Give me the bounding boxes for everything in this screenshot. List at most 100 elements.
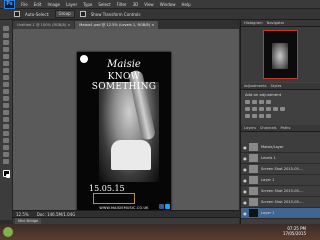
invert-icon[interactable]: [245, 114, 250, 118]
layer-row[interactable]: ● Screen Shot 2015-05-...: [241, 164, 320, 175]
blur-tool-icon[interactable]: [3, 110, 9, 115]
start-button-icon[interactable]: [3, 227, 13, 237]
move-tool-icon[interactable]: [3, 26, 9, 31]
zoom-tool-icon[interactable]: [3, 159, 9, 164]
document-tabs: Untitled-1 @ 100% (RGB/8) × Maisie1.psd …: [13, 20, 239, 29]
poster-artist-name: Maisie: [107, 59, 141, 70]
poster-date: 15.05.15: [89, 184, 125, 193]
poster-document[interactable]: Maisie KNOW SOMETHING 15.05.15 WWW.MAISI…: [77, 52, 171, 215]
history-brush-tool-icon[interactable]: [3, 89, 9, 94]
eye-icon[interactable]: ●: [241, 178, 249, 183]
auto-select-checkbox[interactable]: [14, 11, 20, 17]
black-white-icon[interactable]: [266, 107, 271, 111]
navigator-panel: [241, 27, 320, 82]
brightness-icon[interactable]: [245, 100, 250, 104]
menu-select[interactable]: Select: [98, 2, 110, 7]
menu-bar: Ps File Edit Image Layer Type Select Fil…: [0, 0, 320, 9]
tab-paths[interactable]: Paths: [281, 126, 291, 130]
tab-adjustments[interactable]: Adjustments: [244, 84, 267, 88]
menu-edit[interactable]: Edit: [34, 2, 42, 7]
tab-layers[interactable]: Layers: [244, 126, 256, 130]
path-selection-tool-icon[interactable]: [3, 138, 9, 143]
exposure-icon[interactable]: [266, 100, 271, 104]
hand-tool-icon[interactable]: [3, 152, 9, 157]
gradient-map-icon[interactable]: [266, 114, 271, 118]
clone-stamp-tool-icon[interactable]: [3, 82, 9, 87]
dodge-tool-icon[interactable]: [3, 117, 9, 122]
adjustments-subtitle: Add an adjustment: [245, 92, 282, 97]
lasso-tool-icon[interactable]: [3, 40, 9, 45]
vibrance-icon[interactable]: [245, 107, 250, 111]
poster-signature-logo: [93, 193, 135, 204]
adjustment-icons-row-2: [245, 107, 285, 111]
channel-mixer-icon[interactable]: [280, 107, 285, 111]
eye-icon[interactable]: ●: [241, 200, 249, 205]
eye-icon[interactable]: ●: [241, 211, 249, 216]
navigator-thumbnail[interactable]: [263, 30, 298, 79]
menu-window[interactable]: Window: [160, 2, 176, 7]
layer-name: Maisie/Layer: [261, 145, 284, 149]
posterize-icon[interactable]: [252, 114, 257, 118]
brush-tool-icon[interactable]: [3, 75, 9, 80]
eye-icon[interactable]: ●: [241, 189, 249, 194]
background-color-swatch[interactable]: [6, 174, 10, 178]
menu-view[interactable]: View: [144, 2, 154, 7]
levels-icon[interactable]: [252, 100, 257, 104]
menu-help[interactable]: Help: [181, 2, 190, 7]
layer-row[interactable]: ● Screen Shot 2015-05-...: [241, 186, 320, 197]
curves-icon[interactable]: [259, 100, 264, 104]
menu-image[interactable]: Image: [47, 2, 60, 7]
color-balance-icon[interactable]: [259, 107, 264, 111]
layer-thumbnail: [249, 176, 258, 184]
layer-row-selected[interactable]: ● Layer 1: [241, 208, 320, 219]
tab-maisie[interactable]: Maisie1.psd @ 12.5% (Levels 1, RGB/8) ×: [75, 21, 159, 29]
menu-layer[interactable]: Layer: [66, 2, 77, 7]
layer-name: Levels 1: [261, 156, 276, 160]
right-panels: Histogram Navigator Adjustments Styles A…: [240, 20, 320, 224]
marquee-tool-icon[interactable]: [3, 33, 9, 38]
layer-row[interactable]: ● Layer 1: [241, 175, 320, 186]
layer-name: Screen Shot 2015-05-...: [261, 200, 304, 204]
options-bar: Auto-Select: Group Show Transform Contro…: [0, 9, 320, 20]
adjustments-panel: Add an adjustment: [241, 90, 320, 125]
tab-histogram[interactable]: Histogram: [244, 21, 263, 25]
layer-row[interactable]: ● Levels 1: [241, 153, 320, 164]
tab-untitled[interactable]: Untitled-1 @ 100% (RGB/8) ×: [13, 21, 75, 29]
photo-filter-icon[interactable]: [273, 107, 278, 111]
quick-select-tool-icon[interactable]: [3, 47, 9, 52]
zoom-level[interactable]: 12.5%: [16, 212, 29, 217]
navigator-panel-tabs: Histogram Navigator: [241, 20, 320, 27]
layer-thumbnail: [249, 143, 258, 151]
tools-panel: [0, 20, 13, 220]
tab-channels[interactable]: Channels: [260, 126, 277, 130]
layer-name: Layer 1: [261, 211, 275, 215]
adjustment-icons-row-1: [245, 100, 271, 104]
shape-tool-icon[interactable]: [3, 145, 9, 150]
menu-type[interactable]: Type: [83, 2, 92, 7]
eye-icon[interactable]: ●: [241, 167, 249, 172]
show-transform-checkbox[interactable]: [79, 11, 86, 17]
layer-row[interactable]: ● Screen Shot 2015-05-...: [241, 197, 320, 208]
gradient-tool-icon[interactable]: [3, 103, 9, 108]
pen-tool-icon[interactable]: [3, 124, 9, 129]
eye-icon[interactable]: ●: [241, 156, 249, 161]
eraser-tool-icon[interactable]: [3, 96, 9, 101]
type-tool-icon[interactable]: [3, 131, 9, 136]
healing-tool-icon[interactable]: [3, 68, 9, 73]
eye-icon[interactable]: ●: [241, 145, 249, 150]
auto-select-dropdown[interactable]: Group: [54, 10, 75, 18]
layer-name: Screen Shot 2015-05-...: [261, 167, 304, 171]
menu-3d[interactable]: 3D: [133, 2, 139, 7]
auto-select-label: Auto-Select:: [25, 11, 50, 17]
adjustment-icons-row-3: [245, 114, 271, 118]
layer-row[interactable]: ● Maisie/Layer: [241, 142, 320, 153]
tab-styles[interactable]: Styles: [271, 84, 282, 88]
hue-saturation-icon[interactable]: [252, 107, 257, 111]
eyedropper-tool-icon[interactable]: [3, 61, 9, 66]
threshold-icon[interactable]: [259, 114, 264, 118]
tab-navigator[interactable]: Navigator: [267, 21, 285, 25]
menu-file[interactable]: File: [21, 2, 28, 7]
doc-size: Doc: 146.5M/1.04G: [36, 211, 76, 217]
menu-filter[interactable]: Filter: [117, 2, 127, 7]
crop-tool-icon[interactable]: [3, 54, 9, 59]
